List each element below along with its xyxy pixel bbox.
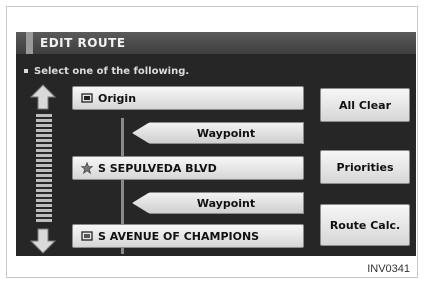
origin-label: Origin xyxy=(98,91,137,105)
figure-caption: INV0341 xyxy=(367,263,410,275)
waypoint-label: Waypoint xyxy=(196,126,256,140)
all-clear-button[interactable]: All Clear xyxy=(320,88,410,122)
page-title: EDIT ROUTE xyxy=(40,36,126,50)
scroll-bar[interactable] xyxy=(36,114,52,224)
waypoint-button-2[interactable]: Waypoint xyxy=(132,192,304,214)
scroll-up-arrow-icon[interactable] xyxy=(30,84,56,110)
destination-2-label: S AVENUE OF CHAMPIONS xyxy=(98,229,260,243)
flag-icon xyxy=(81,93,93,103)
instruction-label: Select one of the following. xyxy=(34,66,190,77)
all-clear-label: All Clear xyxy=(338,98,392,112)
route-calc-button[interactable]: Route Calc. xyxy=(320,204,410,246)
route-item-destination-2[interactable]: S AVENUE OF CHAMPIONS xyxy=(72,224,304,248)
title-bar: EDIT ROUTE xyxy=(16,32,416,54)
priorities-label: Priorities xyxy=(336,160,394,174)
instruction-text: Select one of the following. xyxy=(24,66,189,77)
scroll-down-arrow-icon[interactable] xyxy=(30,228,56,254)
route-item-destination-1[interactable]: S SEPULVEDA BLVD xyxy=(72,156,304,180)
waypoint-button-1[interactable]: Waypoint xyxy=(132,122,304,144)
bullet-icon xyxy=(24,69,28,73)
navigation-screen: EDIT ROUTE Select one of the following. … xyxy=(16,32,416,256)
title-accent xyxy=(26,32,33,54)
destination-star-icon xyxy=(81,162,93,174)
waypoint-label: Waypoint xyxy=(196,196,256,210)
destination-1-label: S SEPULVEDA BLVD xyxy=(98,161,217,175)
route-item-origin[interactable]: Origin xyxy=(72,86,304,110)
priorities-button[interactable]: Priorities xyxy=(320,150,410,184)
route-calc-label: Route Calc. xyxy=(329,218,401,232)
destination-flag-icon xyxy=(81,231,93,241)
